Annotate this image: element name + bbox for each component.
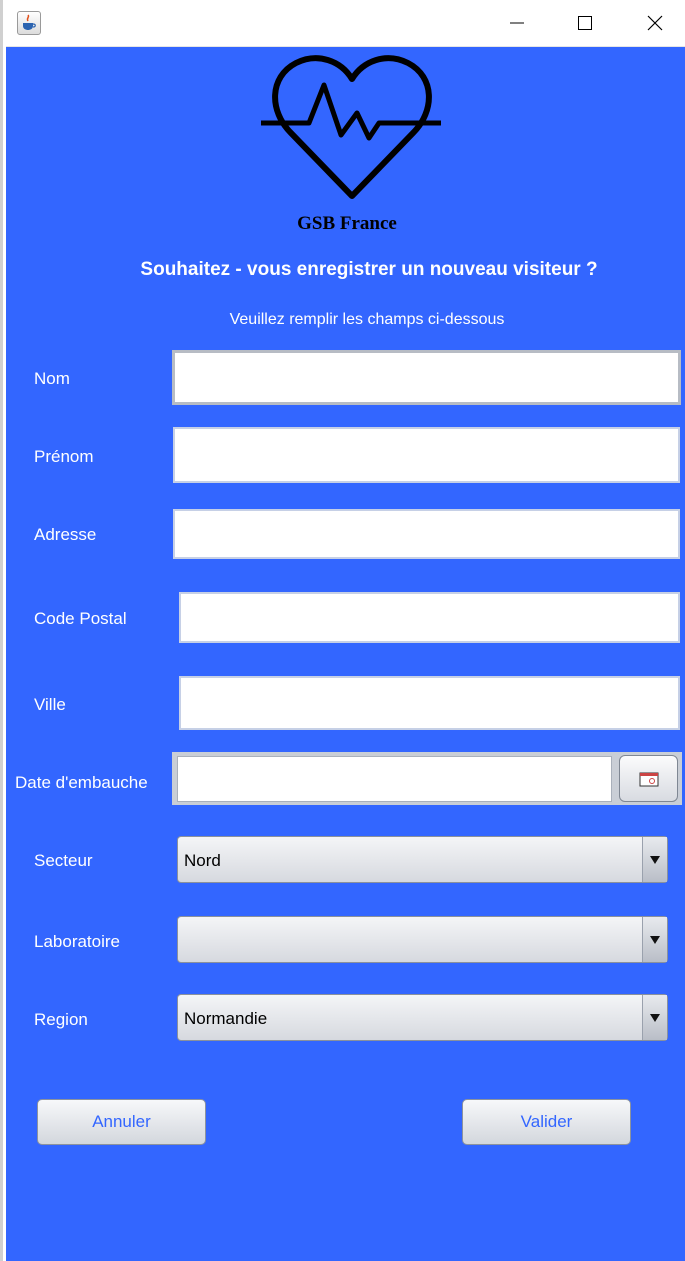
date-embauche-field[interactable]: [177, 756, 612, 802]
laboratoire-label: Laboratoire: [34, 932, 121, 951]
brand-name: GSB France: [297, 213, 397, 234]
close-icon: [647, 15, 663, 31]
nom-field[interactable]: [172, 350, 681, 405]
form-panel: GSB France Souhaitez - vous enregistrer …: [6, 47, 685, 1261]
instructions-text: Veuillez remplir les champs ci-dessous: [229, 311, 505, 328]
heart-pulse-icon: [261, 55, 441, 199]
region-label: Region: [34, 1010, 88, 1029]
adresse-field[interactable]: [173, 509, 680, 559]
dropdown-arrow-icon[interactable]: [642, 837, 667, 882]
prenom-field[interactable]: [173, 427, 680, 483]
laboratoire-select[interactable]: [177, 916, 668, 963]
dropdown-arrow-icon[interactable]: [642, 917, 667, 962]
adresse-label: Adresse: [34, 525, 97, 544]
cancel-button[interactable]: Annuler: [37, 1099, 206, 1145]
maximize-icon: [578, 16, 592, 30]
region-select[interactable]: Normandie: [177, 994, 668, 1041]
app-window: GSB France Souhaitez - vous enregistrer …: [0, 0, 685, 1261]
secteur-select[interactable]: Nord: [177, 836, 668, 883]
maximize-button[interactable]: [562, 0, 608, 46]
region-selected: Normandie: [184, 1009, 268, 1028]
date-picker: [172, 752, 682, 805]
code-postal-field[interactable]: [179, 592, 680, 643]
calendar-icon: [639, 772, 658, 786]
nom-label: Nom: [34, 369, 70, 388]
page-title: Souhaitez - vous enregistrer un nouveau …: [140, 259, 598, 280]
secteur-label: Secteur: [34, 851, 93, 870]
dropdown-arrow-icon[interactable]: [642, 995, 667, 1040]
ville-label: Ville: [34, 695, 66, 714]
ville-field[interactable]: [179, 676, 680, 730]
secteur-selected: Nord: [184, 851, 221, 870]
minimize-button[interactable]: [494, 0, 540, 46]
submit-button[interactable]: Valider: [462, 1099, 631, 1145]
close-button[interactable]: [632, 0, 678, 46]
java-coffee-icon[interactable]: [17, 11, 41, 35]
prenom-label: Prénom: [34, 447, 94, 466]
code-postal-label: Code Postal: [34, 609, 127, 628]
date-embauche-label: Date d'embauche: [15, 773, 148, 792]
minimize-icon: [510, 22, 524, 24]
date-picker-button[interactable]: [619, 755, 678, 802]
title-bar: [6, 0, 685, 47]
